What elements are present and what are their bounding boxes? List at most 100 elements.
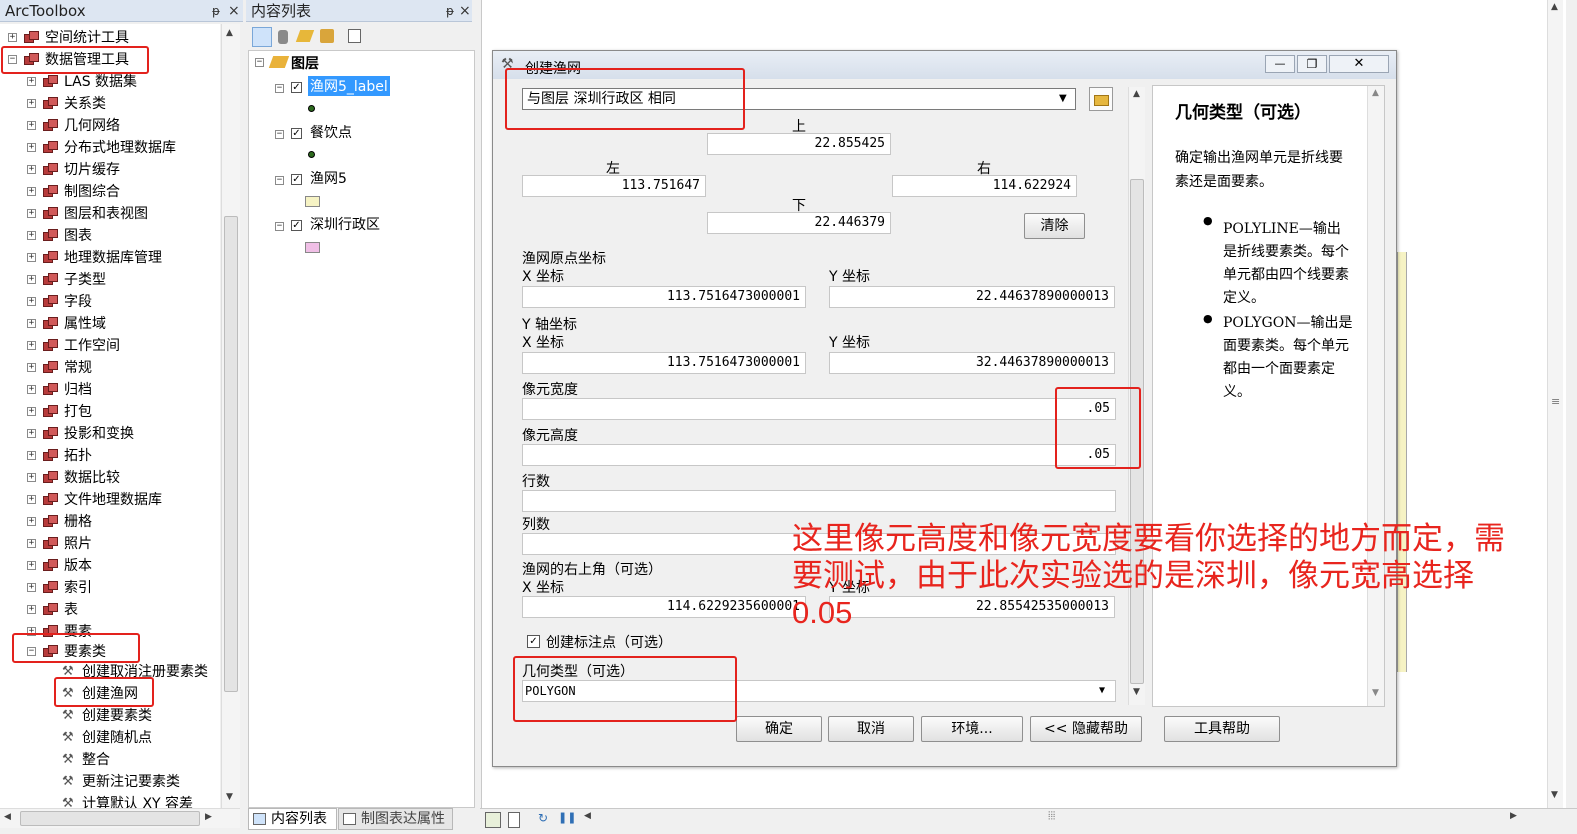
layers-root[interactable]: 图层 — [291, 53, 319, 73]
toolbox-item[interactable]: + 归档 — [0, 379, 220, 401]
expand-icon[interactable]: + — [27, 473, 36, 482]
tool-help-button[interactable]: 工具帮助 — [1164, 716, 1280, 742]
layer-visibility-checkbox[interactable]: ✓ — [291, 82, 302, 93]
pause-icon[interactable]: ❚❚ — [558, 811, 576, 824]
toolbox-item[interactable]: + 子类型 — [0, 269, 220, 291]
layer-name[interactable]: 深圳行政区 — [310, 214, 380, 234]
tool-item[interactable]: ⚒ 更新注记要素类 — [0, 771, 220, 793]
expand-icon[interactable]: + — [27, 539, 36, 548]
toolbox-item[interactable]: + 图表 — [0, 225, 220, 247]
collapse-icon[interactable]: − — [275, 176, 284, 185]
yaxis-x-field[interactable]: 113.7516473000001 — [522, 352, 806, 374]
expand-icon[interactable]: + — [27, 165, 36, 174]
tool-item[interactable]: ⚒ 创建要素类 — [0, 705, 220, 727]
list-by-selection-icon[interactable] — [320, 29, 334, 43]
tool-item[interactable]: ⚒ 整合 — [0, 749, 220, 771]
toolbox-item[interactable]: + 图层和表视图 — [0, 203, 220, 225]
arctoolbox-hscroll[interactable]: ◀ ▶ — [0, 808, 240, 828]
scroll-down-icon[interactable]: ▼ — [1133, 687, 1140, 697]
scroll-down-icon[interactable]: ▼ — [226, 792, 233, 802]
layout-view-icon[interactable] — [508, 812, 520, 828]
expand-icon[interactable]: + — [27, 99, 36, 108]
toolbox-item[interactable]: + 照片 — [0, 533, 220, 555]
expand-icon[interactable]: + — [27, 495, 36, 504]
folder-open-icon[interactable] — [1089, 87, 1113, 111]
expand-icon[interactable]: + — [27, 253, 36, 262]
list-by-source-icon[interactable] — [278, 30, 288, 44]
collapse-icon[interactable]: − — [275, 130, 284, 139]
collapse-icon[interactable]: − — [275, 84, 284, 93]
toolbox-item[interactable]: + 拓扑 — [0, 445, 220, 467]
toolbox-item[interactable]: + 常规 — [0, 357, 220, 379]
expand-icon[interactable]: + — [27, 77, 36, 86]
expand-icon[interactable]: + — [27, 517, 36, 526]
toolbox-item[interactable]: + 数据比较 — [0, 467, 220, 489]
scroll-up-icon[interactable]: ▲ — [1551, 2, 1558, 12]
toolbox-item[interactable]: + 关系类 — [0, 93, 220, 115]
scroll-thumb[interactable] — [224, 216, 238, 692]
pin-icon[interactable]: ᵽ — [446, 0, 454, 22]
origin-y-field[interactable]: 22.44637890000013 — [829, 286, 1115, 308]
list-by-drawing-order-icon[interactable] — [252, 27, 272, 47]
toolbox-item[interactable]: + 属性域 — [0, 313, 220, 335]
scroll-up-icon[interactable]: ▲ — [226, 28, 233, 38]
toolbox-item[interactable]: + LAS 数据集 — [0, 71, 220, 93]
toolbox-item[interactable]: + 制图综合 — [0, 181, 220, 203]
layer-name[interactable]: 餐饮点 — [310, 122, 352, 142]
toolbox-item[interactable]: + 栅格 — [0, 511, 220, 533]
clear-button[interactable]: 清除 — [1024, 213, 1085, 239]
hscroll-thumb[interactable] — [20, 811, 200, 826]
toolbox-item[interactable]: + 分布式地理数据库 — [0, 137, 220, 159]
hide-help-button[interactable]: << 隐藏帮助 — [1030, 716, 1142, 742]
scroll-up-icon[interactable]: ▲ — [1372, 88, 1379, 98]
expand-icon[interactable]: + — [27, 143, 36, 152]
map-hscroll[interactable]: ◀ ⦙⦙⦙ ▶ — [580, 809, 1577, 829]
scroll-down-icon[interactable]: ▼ — [1372, 688, 1379, 698]
arctoolbox-vscroll[interactable]: ▲ ▼ — [221, 24, 240, 808]
expand-icon[interactable]: + — [27, 451, 36, 460]
expand-icon[interactable]: + — [27, 209, 36, 218]
extent-left-field[interactable]: 113.751647 — [522, 175, 706, 197]
environments-button[interactable]: 环境... — [921, 716, 1023, 742]
expand-icon[interactable]: + — [27, 187, 36, 196]
cell-height-field[interactable]: .05 — [522, 444, 1116, 466]
layer-visibility-checkbox[interactable]: ✓ — [291, 128, 302, 139]
chevron-down-icon[interactable]: ▼ — [1099, 681, 1105, 701]
expand-icon[interactable]: + — [27, 363, 36, 372]
expand-icon[interactable]: + — [27, 275, 36, 284]
toolbox-item[interactable]: + 投影和变换 — [0, 423, 220, 445]
map-vscroll[interactable]: ▲ ≡ ▼ — [1547, 0, 1563, 808]
origin-x-field[interactable]: 113.7516473000001 — [522, 286, 806, 308]
toolbox-item[interactable]: + 索引 — [0, 577, 220, 599]
expand-icon[interactable]: + — [27, 583, 36, 592]
toolbox-item[interactable]: + 版本 — [0, 555, 220, 577]
expand-icon[interactable]: + — [27, 341, 36, 350]
expand-icon[interactable]: + — [8, 33, 17, 42]
toolbox-item[interactable]: + 切片缓存 — [0, 159, 220, 181]
toolbox-item[interactable]: + 打包 — [0, 401, 220, 423]
layer-visibility-checkbox[interactable]: ✓ — [291, 174, 302, 185]
toolbox-item[interactable]: + 字段 — [0, 291, 220, 313]
data-view-icon[interactable] — [485, 812, 501, 828]
close-icon[interactable]: × — [228, 0, 240, 22]
extent-top-field[interactable]: 22.855425 — [707, 133, 891, 155]
scroll-up-icon[interactable]: ▲ — [1133, 89, 1140, 99]
toolbox-item[interactable]: + 表 — [0, 599, 220, 621]
tab-representation[interactable]: 制图表达属性 — [338, 808, 453, 830]
scroll-right-icon[interactable]: ▶ — [205, 812, 212, 822]
scroll-left-icon[interactable]: ◀ — [4, 812, 11, 822]
yaxis-y-field[interactable]: 32.44637890000013 — [829, 352, 1115, 374]
toolbox-item[interactable]: + 文件地理数据库 — [0, 489, 220, 511]
options-icon[interactable] — [348, 29, 361, 43]
layer-name[interactable]: 渔网5_label — [308, 76, 390, 96]
toolbox-item[interactable]: + 地理数据库管理 — [0, 247, 220, 269]
scroll-grip-icon[interactable]: ≡ — [1551, 395, 1560, 408]
create-label-checkbox[interactable]: ✓ — [527, 635, 540, 648]
expand-icon[interactable]: + — [27, 561, 36, 570]
scroll-right-icon[interactable]: ▶ — [1510, 811, 1517, 821]
corner-x-field[interactable]: 114.6229235600001 — [522, 596, 806, 618]
scroll-down-icon[interactable]: ▼ — [1551, 790, 1558, 800]
expand-icon[interactable]: + — [27, 429, 36, 438]
scroll-left-icon[interactable]: ◀ — [584, 811, 591, 821]
expand-icon[interactable]: + — [27, 121, 36, 130]
